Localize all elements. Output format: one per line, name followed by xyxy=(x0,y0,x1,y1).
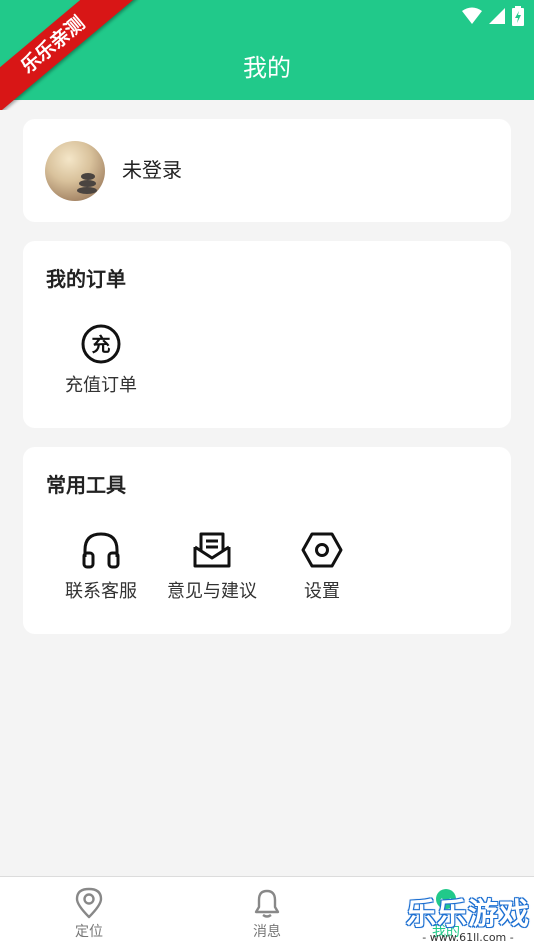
corner-ribbon: 乐乐亲测 xyxy=(0,0,140,110)
tools-card: 常用工具 联系客服 意见与建议 设置 xyxy=(23,447,511,634)
watermark-text: 乐乐游戏 xyxy=(406,897,530,932)
settings-label: 设置 xyxy=(304,581,340,602)
nav-item-location[interactable]: 定位 xyxy=(29,887,149,949)
location-pin-icon xyxy=(75,887,103,919)
customer-service-label: 联系客服 xyxy=(65,581,137,602)
headset-icon xyxy=(82,532,120,569)
wifi-icon xyxy=(462,7,482,24)
status-bar xyxy=(462,6,524,26)
ribbon-text: 乐乐亲测 xyxy=(0,0,137,110)
nav-label-messages: 消息 xyxy=(253,924,281,940)
recharge-orders-label: 充值订单 xyxy=(65,375,137,396)
nav-item-messages[interactable]: 消息 xyxy=(207,887,327,949)
login-status-label[interactable]: 未登录 xyxy=(122,155,182,185)
orders-section-title: 我的订单 xyxy=(46,267,126,291)
nav-label-location: 定位 xyxy=(75,924,103,940)
orders-card: 我的订单 充 充值订单 xyxy=(23,241,511,428)
profile-card[interactable]: 未登录 xyxy=(23,119,511,222)
avatar[interactable] xyxy=(45,141,105,201)
bell-icon xyxy=(254,889,280,918)
tools-section-title: 常用工具 xyxy=(46,473,126,497)
recharge-icon-glyph: 充 xyxy=(91,333,110,356)
watermark: 乐乐游戏 - www.61ll.com - xyxy=(406,898,530,944)
settings-button[interactable]: 设置 xyxy=(267,529,377,619)
settings-hexagon-icon xyxy=(301,532,343,568)
feedback-button[interactable]: 意见与建议 xyxy=(157,529,267,619)
watermark-url: - www.61ll.com - xyxy=(422,931,514,944)
battery-icon xyxy=(512,6,524,26)
cell-signal-icon xyxy=(489,8,505,24)
recharge-icon: 充 xyxy=(81,324,121,364)
feedback-mail-icon xyxy=(193,532,231,568)
customer-service-button[interactable]: 联系客服 xyxy=(46,529,156,619)
feedback-label: 意见与建议 xyxy=(167,581,257,602)
recharge-orders-button[interactable]: 充 充值订单 xyxy=(46,323,156,413)
